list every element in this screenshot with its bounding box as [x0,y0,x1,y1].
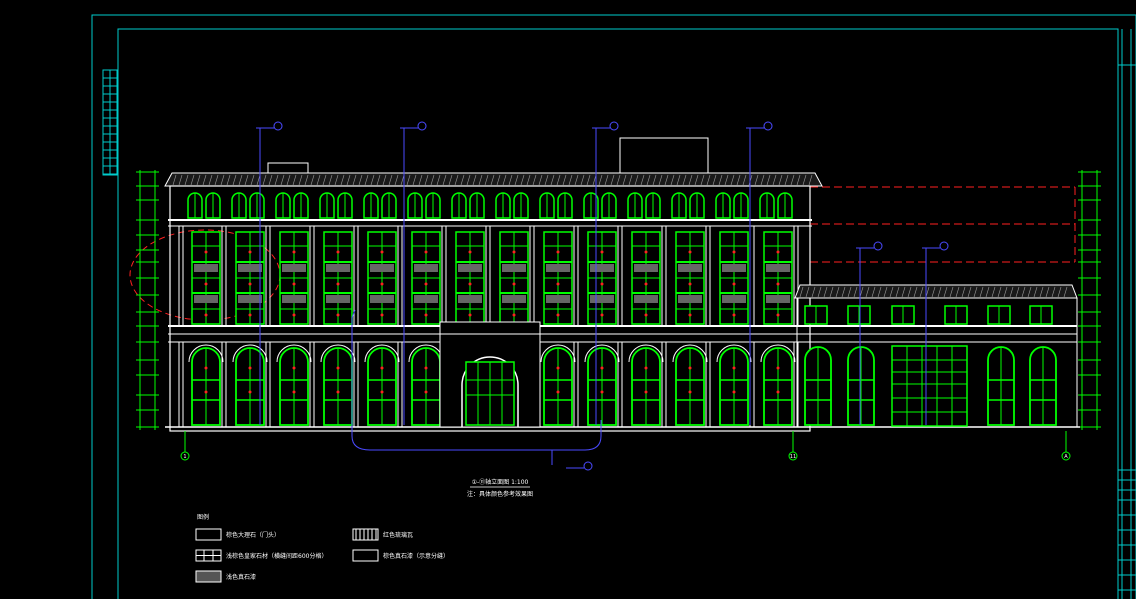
legend-swatch-stone [195,549,222,562]
legend-label-paint: 浅色真石漆 [226,573,256,581]
cad-drawing: 1 11 A ①-⑪轴立面图 1:100 注：具体颜色参考效果图 图例 棕色大理… [91,14,1136,599]
callout-marker [417,121,427,131]
callout-marker [763,121,773,131]
axis-left-label: 1 [183,454,186,460]
legend-heading: 图例 [197,513,209,521]
legend-swatch-brown [352,549,379,562]
callout-marker [873,241,883,251]
axis-markers [180,431,1071,461]
callout-marker [273,121,283,131]
drawing-title: ①-⑪轴立面图 1:100 [472,478,529,486]
callout-marker [939,241,949,251]
callout-marker [609,121,619,131]
legend-label-brown: 棕色真石漆（示意分缝） [383,552,449,560]
drawing-note: 注：具体颜色参考效果图 [467,490,533,498]
dimension-right [1078,170,1101,430]
axis-right-label: A [1064,454,1068,460]
axis-mid-label: 11 [790,454,796,460]
callout-marker [583,461,593,471]
legend-label-stone: 浅棕色皇家石材（横缝间距600分格） [226,552,327,560]
title-block [1118,29,1136,599]
dimension-left [136,170,159,430]
legend-label-tile: 红色琉璃瓦 [383,531,413,539]
building-wing [794,284,1078,428]
revision-stamp [102,69,118,176]
red-guides [810,186,1076,263]
legend-swatch-tile [352,528,379,541]
legend-label-marble: 棕色大理石（门头） [226,531,280,539]
legend-swatch-marble [195,528,222,541]
legend-swatch-paint [195,570,222,583]
